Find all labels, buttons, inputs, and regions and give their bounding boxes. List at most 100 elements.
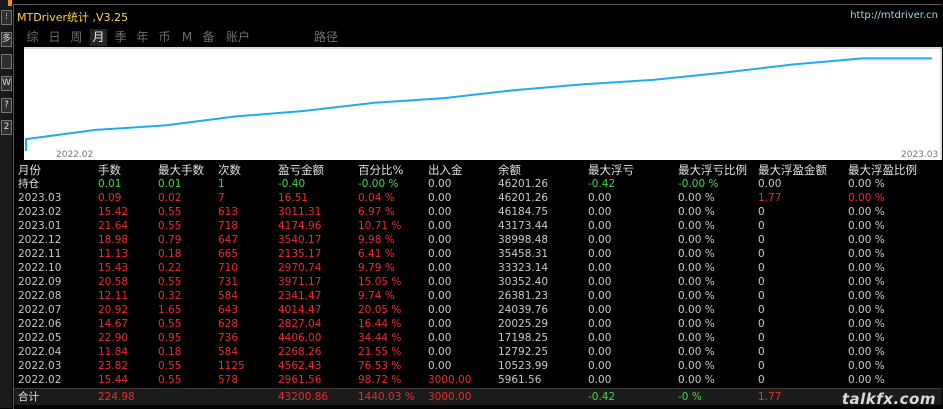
column-header: 最大浮盈金额 [758,163,827,177]
table-header: 月份 手数 最大手数 次数 盈亏金额 百分比% 出入金 余额 最大浮亏 最大浮亏比例 最大浮盈金额 最… [14,163,942,177]
column-header: 余额 [498,163,521,177]
table-cell: 0.00 % [678,304,715,316]
table-cell: 20.92 [98,304,129,316]
table-cell: 9.98 % [358,234,395,246]
table-cell: 0.00 % [678,206,715,218]
tab-7[interactable]: M [180,29,194,46]
column-header: 次数 [218,163,241,177]
table-cell: 4562.43 [278,360,322,372]
table-row: 2022.08 12.11 0.32 584 2341.47 9.74 % 0.00 2638… [14,289,942,303]
table-cell: 3000.00 [428,374,472,386]
table-cell: 0.00 [588,248,612,260]
left-toolbar-button[interactable]: ⁝ [1,10,12,25]
table-cell: 0.00 % [678,360,715,372]
table-cell: 10.71 % [358,220,402,232]
watermark: talkfx.com [841,390,936,408]
total-cell: 1440.03 % [358,391,415,403]
table-cell: 2022.02 [18,374,62,386]
column-header: 最大浮亏比例 [678,163,747,177]
table-cell: 0.00 [428,220,452,232]
table-cell: 11.13 [98,248,129,260]
table-cell: 18.98 [98,234,129,246]
table-cell: 0.00 % [848,346,885,358]
table-cell: 0.55 [158,318,182,330]
x-tick-label-end: 2023.03 [901,150,938,160]
left-toolbar-button[interactable]: ? [1,98,12,113]
tab-6[interactable]: 币 [156,29,173,46]
table-cell: 17198.25 [498,332,549,344]
table-cell: 1.77 [758,192,782,204]
table-cell: 0.00 [588,234,612,246]
balance-series-line [25,57,932,151]
tab-bar: 综日周月季年币 M 备账户 路径 [14,29,942,47]
table-cell: 0.00 [588,192,612,204]
table-cell: 0 [758,290,765,302]
website-link[interactable]: http://mtdriver.cn [850,10,938,21]
tab-1[interactable]: 日 [46,29,63,46]
table-cell: 2022.07 [18,304,62,316]
table-cell: 35458.31 [498,248,549,260]
tab-3[interactable]: 月 [90,29,107,46]
table-cell: 21.64 [98,220,129,232]
table-row: 2022.03 23.82 0.55 1125 4562.43 76.53 % 0.00 10… [14,359,942,373]
table-cell: 0.00 % [678,262,715,274]
table-cell: 0 [758,248,765,260]
table-cell: 0.00 [588,360,612,372]
table-cell: 0 [758,360,765,372]
left-toolbar-button[interactable]: 多 [1,32,12,47]
tab-5[interactable]: 年 [134,29,151,46]
table-cell: 33323.14 [498,262,549,274]
tab-10[interactable]: 路径 [310,29,342,46]
table-cell: 0.00 [588,374,612,386]
table-cell: 0.02 [158,192,182,204]
column-header: 月份 [18,163,41,177]
table-cell: 34.44 % [358,332,402,344]
table-cell: 0.55 [158,374,182,386]
holding-cell: -0.40 [278,178,306,190]
left-toolbar-button[interactable]: W [1,76,12,91]
table-cell: 16.44 % [358,318,402,330]
table-cell: 15.43 [98,262,129,274]
tab-0[interactable]: 综 [24,29,41,46]
table-cell: 710 [218,262,239,274]
table-cell: 22.90 [98,332,129,344]
column-header: 百分比% [358,163,404,177]
holding-cell: 持仓 [18,178,39,190]
table-cell: 0.00 % [848,248,885,260]
table-cell: 736 [218,332,239,344]
table-cell: 0.00 [588,332,612,344]
total-cell: 43200.86 [278,391,329,403]
table-cell: 5961.56 [498,374,542,386]
table-cell: 2022.09 [18,276,62,288]
total-cell: 1.77 [758,391,782,403]
table-cell: 4014.47 [278,304,322,316]
table-cell: 20.05 % [358,304,402,316]
table-cell: 0.55 [158,206,182,218]
table-cell: 2023.02 [18,206,62,218]
left-toolbar-button[interactable]: 2 [1,120,12,135]
stats-panel: MTDriver统计 ,V3.25 http://mtdriver.cn 综日周… [13,4,942,409]
table-cell: 0.00 % [678,220,715,232]
left-toolbar-button[interactable] [1,54,12,69]
tab-9[interactable]: 账户 [222,29,254,46]
left-toolbar: ⁝ 多 W? 2 [0,0,12,408]
title-bar: MTDriver统计 ,V3.25 http://mtdriver.cn [14,5,942,25]
table-cell: 0.09 [98,192,122,204]
total-cell: 224.98 [98,391,135,403]
table-cell: 647 [218,234,239,246]
column-header: 盈亏金额 [278,163,324,177]
tab-4[interactable]: 季 [112,29,129,46]
tab-8[interactable]: 备 [200,29,217,46]
table-cell: 2827.04 [278,318,322,330]
table-cell: 0 [758,234,765,246]
table-cell: 0.00 % [848,318,885,330]
table-cell: 0.18 [158,346,182,358]
table-cell: 1125 [218,360,245,372]
tab-2[interactable]: 周 [68,29,85,46]
table-cell: 0 [758,318,765,330]
table-cell: 4406.00 [278,332,322,344]
total-cell: 合计 [18,391,39,403]
table-row: 2022.06 14.67 0.55 628 2827.04 16.44 % 0.00 200… [14,317,942,331]
table-cell: 0.00 [428,262,452,274]
table-cell: 2268.26 [278,346,322,358]
